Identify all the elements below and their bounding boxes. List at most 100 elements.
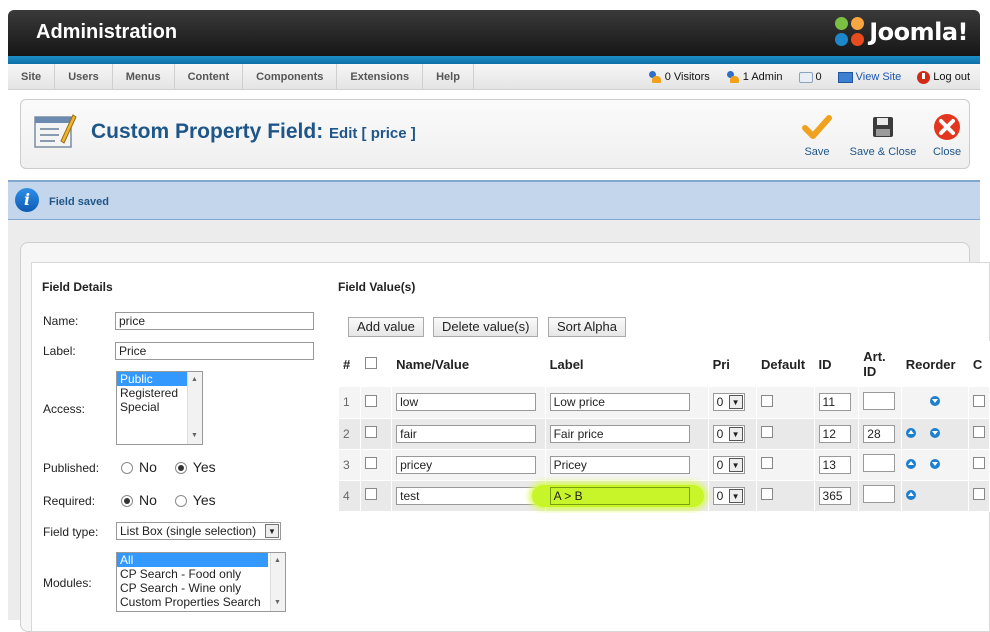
fieldtype-select[interactable]: List Box (single selection) ▼ xyxy=(116,522,281,540)
visitors-icon xyxy=(648,71,662,83)
row-pri-select[interactable]: 0 ▼ xyxy=(712,393,745,412)
row-artid-input[interactable] xyxy=(863,485,896,503)
admin-title: Administration xyxy=(36,21,178,43)
move-down-icon[interactable] xyxy=(929,458,940,469)
published-no-radio[interactable] xyxy=(121,462,133,474)
required-no-radio[interactable] xyxy=(121,495,133,507)
view-site-link[interactable]: View Site xyxy=(837,71,901,83)
required-yes-label: Yes xyxy=(192,492,216,508)
published-yes-radio[interactable] xyxy=(174,462,187,474)
add-value-button[interactable]: Add value xyxy=(348,317,424,337)
values-table-wrap: # Name/Value Label Pri Default ID Art. I… xyxy=(339,341,990,513)
modules-option-wine[interactable]: CP Search - Wine only xyxy=(117,581,285,595)
row-checkbox[interactable] xyxy=(365,488,378,500)
save-button[interactable]: Save xyxy=(787,112,847,158)
label-input[interactable]: Price xyxy=(115,342,314,360)
visitors-status: 0 Visitors xyxy=(648,71,710,83)
values-table: # Name/Value Label Pri Default ID Art. I… xyxy=(339,341,990,512)
published-no-label: No xyxy=(139,459,157,475)
select-all-checkbox[interactable] xyxy=(365,356,378,369)
required-yes-radio[interactable] xyxy=(174,495,187,507)
menu-extensions[interactable]: Extensions xyxy=(337,64,424,90)
col-name: Name/Value xyxy=(391,341,546,387)
row-extra-checkbox[interactable] xyxy=(972,488,985,500)
row-label-input[interactable]: Pricey xyxy=(549,455,690,474)
row-name-input[interactable]: pricey xyxy=(396,455,537,474)
move-up-icon[interactable] xyxy=(905,489,916,500)
row-checkbox[interactable] xyxy=(365,457,378,469)
delete-values-button[interactable]: Delete value(s) xyxy=(433,317,539,337)
move-down-icon[interactable] xyxy=(929,396,940,407)
page-subtitle: Edit [ price ] xyxy=(329,125,416,142)
row-id-input[interactable]: 12 xyxy=(818,424,851,443)
row-pri-select[interactable]: 0 ▼ xyxy=(712,486,745,505)
row-artid-input[interactable] xyxy=(863,454,896,472)
close-label: Close xyxy=(932,146,962,158)
name-input[interactable]: price xyxy=(115,312,314,330)
col-num: # xyxy=(339,341,362,387)
row-pri-select[interactable]: 0 ▼ xyxy=(712,455,745,474)
row-pri-select[interactable]: 0 ▼ xyxy=(712,424,745,443)
modules-scrollbar[interactable] xyxy=(270,553,285,611)
access-scrollbar[interactable] xyxy=(187,372,202,444)
save-label: Save xyxy=(804,146,830,158)
menu-components[interactable]: Components xyxy=(243,64,338,90)
logout-link[interactable]: Log out xyxy=(917,70,970,84)
row-id-input[interactable]: 365 xyxy=(818,486,851,505)
row-id-input[interactable]: 13 xyxy=(818,455,851,474)
modules-option-all[interactable]: All xyxy=(117,553,268,567)
sort-alpha-button[interactable]: Sort Alpha xyxy=(548,317,626,337)
menu-users[interactable]: Users xyxy=(55,64,113,90)
row-extra-checkbox[interactable] xyxy=(972,426,985,438)
row-num: 4 xyxy=(339,480,362,512)
row-num: 2 xyxy=(339,418,362,450)
move-up-icon[interactable] xyxy=(905,427,916,438)
chevron-down-icon: ▼ xyxy=(728,426,743,441)
modules-label: Modules: xyxy=(43,576,92,590)
col-extra: C xyxy=(968,341,990,387)
row-id-input[interactable]: 11 xyxy=(818,393,851,412)
menu-content[interactable]: Content xyxy=(175,64,244,90)
row-label-input[interactable]: A > B xyxy=(549,486,690,505)
table-row: 4 test A > B 0 ▼ 365 xyxy=(339,480,990,512)
required-no-label: No xyxy=(139,492,157,508)
access-listbox[interactable]: Public Registered Special xyxy=(116,371,203,445)
row-default-checkbox[interactable] xyxy=(761,457,774,469)
row-artid-input[interactable] xyxy=(863,391,896,410)
row-pri-value: 0 xyxy=(716,488,724,503)
move-up-icon[interactable] xyxy=(905,458,916,469)
field-values-title: Field Value(s) xyxy=(338,280,416,294)
row-extra-checkbox[interactable] xyxy=(972,394,985,407)
modules-listbox[interactable]: All CP Search - Food only CP Search - Wi… xyxy=(116,552,286,612)
row-checkbox[interactable] xyxy=(365,426,378,438)
system-message: i Field saved xyxy=(8,180,980,220)
modules-option-custom[interactable]: Custom Properties Search xyxy=(117,595,285,609)
joomla-brand: Joomla! xyxy=(869,18,968,46)
menu-help[interactable]: Help xyxy=(423,64,474,90)
col-pri: Pri xyxy=(708,341,758,387)
admins-status: 1 Admin xyxy=(726,71,783,83)
row-default-checkbox[interactable] xyxy=(761,394,774,407)
row-default-checkbox[interactable] xyxy=(761,488,774,500)
row-extra-checkbox[interactable] xyxy=(972,457,985,469)
row-label-input[interactable]: Low price xyxy=(549,393,690,412)
menu-site[interactable]: Site xyxy=(8,64,56,90)
modules-option-food[interactable]: CP Search - Food only xyxy=(117,567,285,581)
joomla-logo: Joomla! xyxy=(835,17,968,47)
row-name-input[interactable]: test xyxy=(396,486,537,505)
save-close-label: Save & Close xyxy=(849,146,917,158)
row-name-input[interactable]: fair xyxy=(396,424,537,443)
save-close-button[interactable]: Save & Close xyxy=(848,112,918,158)
messages-status[interactable]: 0 xyxy=(798,71,822,83)
row-default-checkbox[interactable] xyxy=(761,426,774,438)
close-button[interactable]: Close xyxy=(917,112,977,158)
row-checkbox[interactable] xyxy=(365,394,378,407)
page-toolbar: Custom Property Field: Edit [ price ] Sa… xyxy=(20,99,970,169)
menu-menus[interactable]: Menus xyxy=(113,64,175,90)
row-artid-input[interactable]: 28 xyxy=(863,424,896,443)
col-id: ID xyxy=(814,341,860,387)
visitors-count: 0 Visitors xyxy=(664,71,710,83)
row-label-input[interactable]: Fair price xyxy=(549,424,690,443)
row-name-input[interactable]: low xyxy=(396,393,537,412)
move-down-icon[interactable] xyxy=(929,427,940,438)
